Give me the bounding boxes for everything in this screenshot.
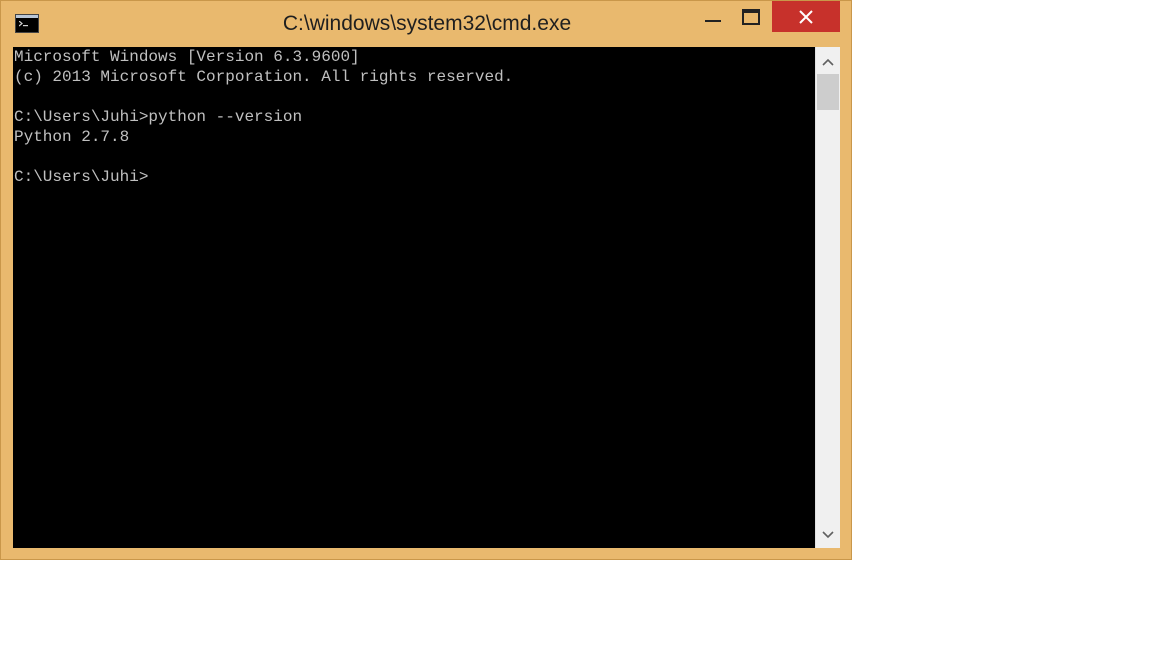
chevron-down-icon: [822, 531, 834, 539]
maximize-icon: [742, 8, 760, 25]
console-window: C:\windows\system32\cmd.exe Microsoft Wi…: [0, 0, 852, 560]
console-line: Microsoft Windows [Version 6.3.9600]: [14, 48, 360, 66]
close-icon: [799, 9, 813, 24]
maximize-button[interactable]: [734, 1, 768, 32]
vertical-scrollbar[interactable]: [815, 47, 840, 548]
console-output[interactable]: Microsoft Windows [Version 6.3.9600] (c)…: [13, 47, 815, 548]
console-line: (c) 2013 Microsoft Corporation. All righ…: [14, 68, 514, 86]
scroll-thumb[interactable]: [817, 74, 839, 110]
console-line: C:\Users\Juhi>python --version: [14, 108, 303, 126]
minimize-button[interactable]: [696, 1, 730, 32]
console-prompt: C:\Users\Juhi>: [14, 168, 149, 186]
chevron-up-icon: [822, 58, 834, 66]
close-button[interactable]: [772, 1, 840, 32]
title-bar[interactable]: C:\windows\system32\cmd.exe: [1, 1, 851, 47]
console-line: Python 2.7.8: [14, 128, 130, 146]
scroll-up-button[interactable]: [816, 49, 840, 75]
scroll-down-button[interactable]: [816, 522, 840, 548]
minimize-icon: [705, 19, 721, 22]
